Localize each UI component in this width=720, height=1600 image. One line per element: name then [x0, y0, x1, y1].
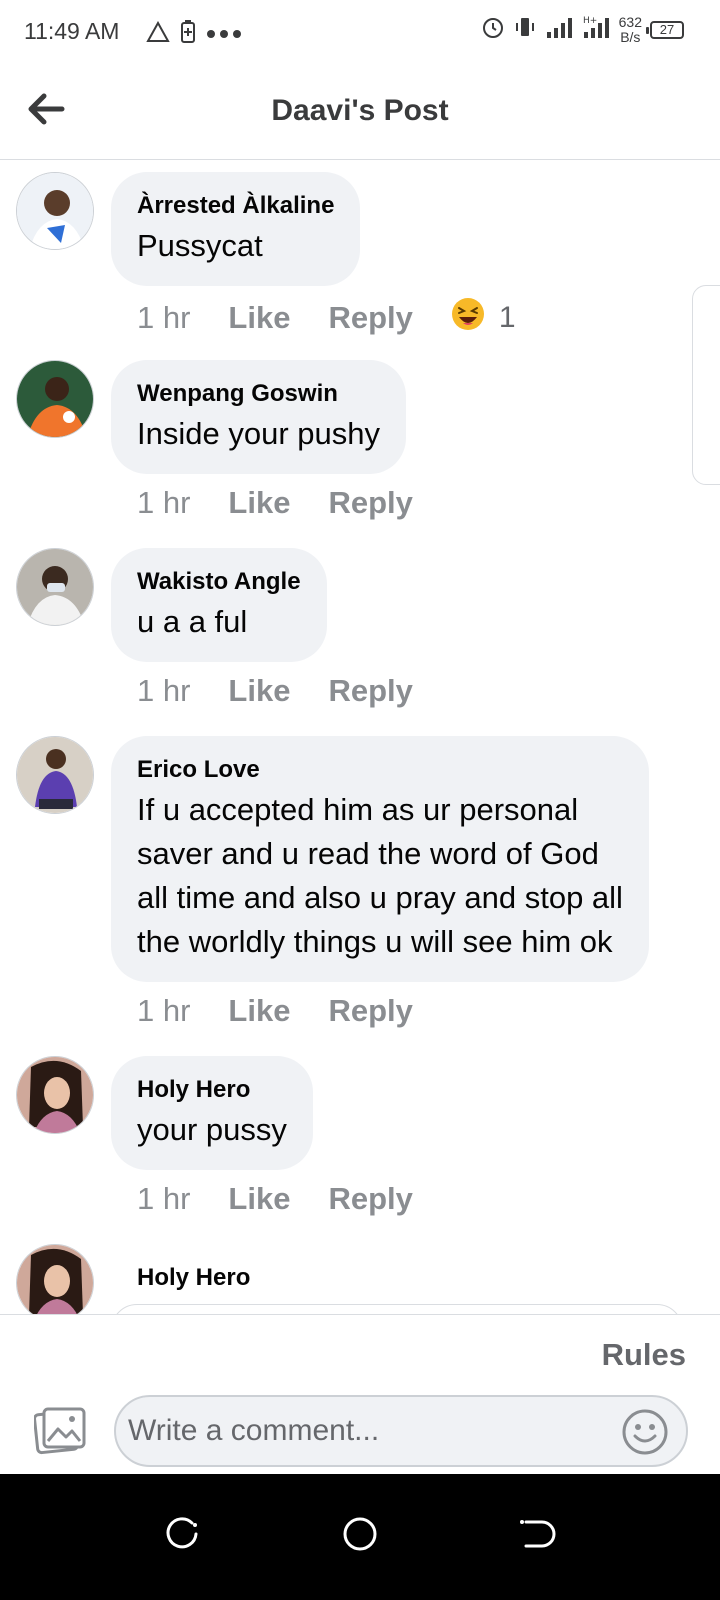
comment-input-box[interactable] — [114, 1395, 688, 1467]
like-button[interactable]: Like — [228, 1181, 290, 1217]
comment-actions: 1 hr Like Reply — [137, 485, 451, 521]
comment-author[interactable]: Àrrested Àlkaline — [137, 192, 334, 220]
comment-author[interactable]: Holy Hero — [137, 1264, 250, 1292]
comment-text: Pussycat — [137, 228, 263, 263]
comment-bubble[interactable]: Wakisto Angle u a a ful — [111, 548, 327, 662]
reply-button[interactable]: Reply — [328, 673, 412, 709]
comment-text-line: saver and u read the word of God — [137, 836, 599, 871]
side-panel-edge[interactable] — [692, 285, 720, 485]
reaction-summary[interactable]: 1 — [451, 297, 516, 339]
vibrate-icon — [513, 15, 537, 44]
comment-bubble[interactable]: Àrrested Àlkaline Pussycat — [111, 172, 361, 286]
photo-icon[interactable] — [33, 1407, 86, 1455]
laughing-emoji-icon — [451, 297, 485, 339]
svg-text:H+: H+ — [583, 16, 597, 26]
warning-icon — [146, 20, 170, 48]
back-icon[interactable] — [506, 1504, 566, 1564]
rules-link[interactable]: Rules — [602, 1337, 686, 1373]
comment-actions: 1 hr Like Reply — [137, 1181, 451, 1217]
comment-actions: 1 hr Like Reply — [137, 673, 451, 709]
network-speed: 632 B/s — [618, 13, 642, 45]
reply-button[interactable]: Reply — [328, 485, 412, 521]
reply-button[interactable]: Reply — [328, 993, 412, 1029]
network-speed-value: 632 — [618, 13, 642, 30]
more-dots-icon — [206, 26, 242, 44]
battery-saver-icon — [180, 20, 196, 49]
avatar[interactable] — [16, 360, 94, 438]
signal-icon — [545, 16, 573, 43]
comment-text-line: all time and also u pray and stop all — [137, 880, 623, 915]
emoji-icon[interactable] — [622, 1409, 668, 1455]
comment-text: u a a ful — [137, 604, 248, 639]
comment-composer: Rules — [0, 1314, 720, 1474]
comment-text: Inside your pushy — [137, 416, 380, 451]
signal-h-plus-icon: H+ — [581, 14, 611, 45]
comment-bubble[interactable]: Wenpang Goswin Inside your pushy — [111, 360, 406, 474]
page-title: Daavi's Post — [271, 94, 449, 127]
post-header: Daavi's Post — [0, 64, 720, 160]
comment-text-line: If u accepted him as ur personal — [137, 792, 579, 827]
comment-author[interactable]: Erico Love — [137, 756, 623, 784]
status-bar: 11:49 AM H+ 632 B/s 27 — [0, 0, 720, 64]
battery-icon: 27 — [646, 20, 684, 39]
comment-time[interactable]: 1 hr — [137, 485, 190, 521]
status-time: 11:49 AM — [24, 18, 120, 44]
comment-text: If u accepted him as ur personal saver a… — [137, 788, 623, 964]
like-button[interactable]: Like — [228, 485, 290, 521]
network-speed-unit: B/s — [620, 28, 641, 45]
reply-button[interactable]: Reply — [328, 1181, 412, 1217]
avatar[interactable] — [16, 1244, 94, 1322]
recent-apps-icon[interactable] — [152, 1504, 212, 1564]
comment-text: your pussy — [137, 1112, 287, 1147]
avatar[interactable] — [16, 736, 94, 814]
comment-author[interactable]: Wakisto Angle — [137, 568, 301, 596]
system-nav-bar — [0, 1474, 720, 1600]
comment-actions: 1 hr Like Reply — [137, 993, 451, 1029]
alarm-icon — [481, 15, 505, 44]
comment-time[interactable]: 1 hr — [137, 1181, 190, 1217]
comment-input[interactable] — [128, 1407, 608, 1455]
avatar[interactable] — [16, 172, 94, 250]
avatar[interactable] — [16, 548, 94, 626]
comment-time[interactable]: 1 hr — [137, 673, 190, 709]
comment-bubble[interactable]: Erico Love If u accepted him as ur perso… — [111, 736, 649, 982]
avatar[interactable] — [16, 1056, 94, 1134]
like-button[interactable]: Like — [228, 300, 290, 336]
home-icon[interactable] — [330, 1504, 390, 1564]
status-left-icons — [146, 20, 242, 49]
comment-time[interactable]: 1 hr — [137, 300, 190, 336]
comment-actions: 1 hr Like Reply 1 — [137, 297, 516, 339]
like-button[interactable]: Like — [228, 993, 290, 1029]
comment-author[interactable]: Holy Hero — [137, 1076, 287, 1104]
comment-author[interactable]: Wenpang Goswin — [137, 380, 380, 408]
status-right-icons: H+ 632 B/s 27 — [481, 14, 684, 45]
comment-bubble[interactable]: Holy Hero your pussy — [111, 1056, 313, 1170]
comment-text-line: the worldly things u will see him ok — [137, 924, 613, 959]
reaction-count: 1 — [498, 301, 516, 334]
comment-time[interactable]: 1 hr — [137, 993, 190, 1029]
like-button[interactable]: Like — [228, 673, 290, 709]
comment-list: Àrrested Àlkaline Pussycat 1 hr Like Rep… — [0, 160, 720, 1340]
reply-button[interactable]: Reply — [328, 300, 412, 336]
